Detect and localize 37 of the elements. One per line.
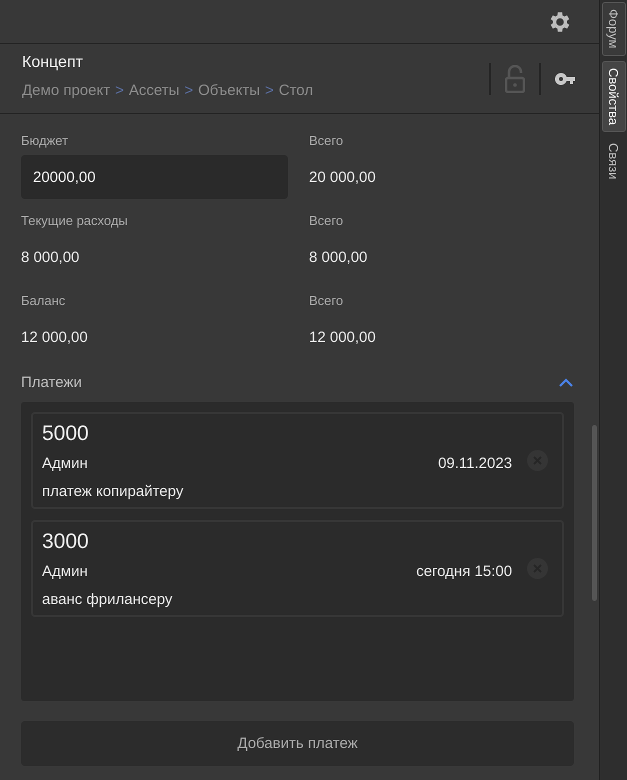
field-label: Текущие расходы <box>21 212 128 228</box>
total-value: 20 000,00 <box>309 168 376 186</box>
field-label: Бюджет <box>21 132 68 148</box>
breadcrumb-separator: > <box>115 82 124 99</box>
panel-title: Концепт <box>22 54 84 72</box>
side-tab[interactable]: Форум <box>602 2 626 56</box>
breadcrumb-link[interactable]: Стол <box>278 82 314 99</box>
side-tab[interactable]: Связи <box>602 136 626 186</box>
payment-note: платеж копирайтеру <box>42 482 184 500</box>
payment-amount: 3000 <box>42 530 89 554</box>
breadcrumb-link[interactable]: Объекты <box>198 82 260 99</box>
unlocked-padlock-icon[interactable] <box>505 64 526 92</box>
breadcrumb-link[interactable]: Демо проект <box>22 82 110 99</box>
section-title: Платежи <box>21 374 82 390</box>
payment-author: Админ <box>42 562 88 580</box>
side-tab[interactable]: Свойства <box>602 60 626 132</box>
total-value: 12 000,00 <box>309 328 376 346</box>
breadcrumb-link[interactable]: Ассеты <box>128 82 180 99</box>
field-label: Баланс <box>21 292 66 308</box>
breadcrumb-separator: > <box>184 82 194 99</box>
scrollbar[interactable] <box>592 425 597 601</box>
key-icon[interactable] <box>555 72 578 84</box>
field-value: 8 000,00 <box>21 248 80 266</box>
budget-input[interactable]: 20000,00 <box>21 155 288 199</box>
payment-date: 09.11.2023 <box>438 454 512 472</box>
payment-author: Админ <box>42 454 88 472</box>
payment-date: сегодня 15:00 <box>416 562 512 580</box>
payment-amount: 5000 <box>42 422 89 446</box>
total-value: 8 000,00 <box>309 248 368 266</box>
field-value: 12 000,00 <box>21 328 88 346</box>
field-label: Всего <box>309 212 344 228</box>
add-payment-button[interactable]: Добавить платеж <box>21 721 574 766</box>
field-label: Всего <box>309 292 344 308</box>
payment-note: аванс фрилансеру <box>42 590 172 608</box>
chevron-up-icon[interactable] <box>559 378 574 386</box>
breadcrumb-separator: > <box>265 82 274 99</box>
field-label: Всего <box>309 132 344 148</box>
